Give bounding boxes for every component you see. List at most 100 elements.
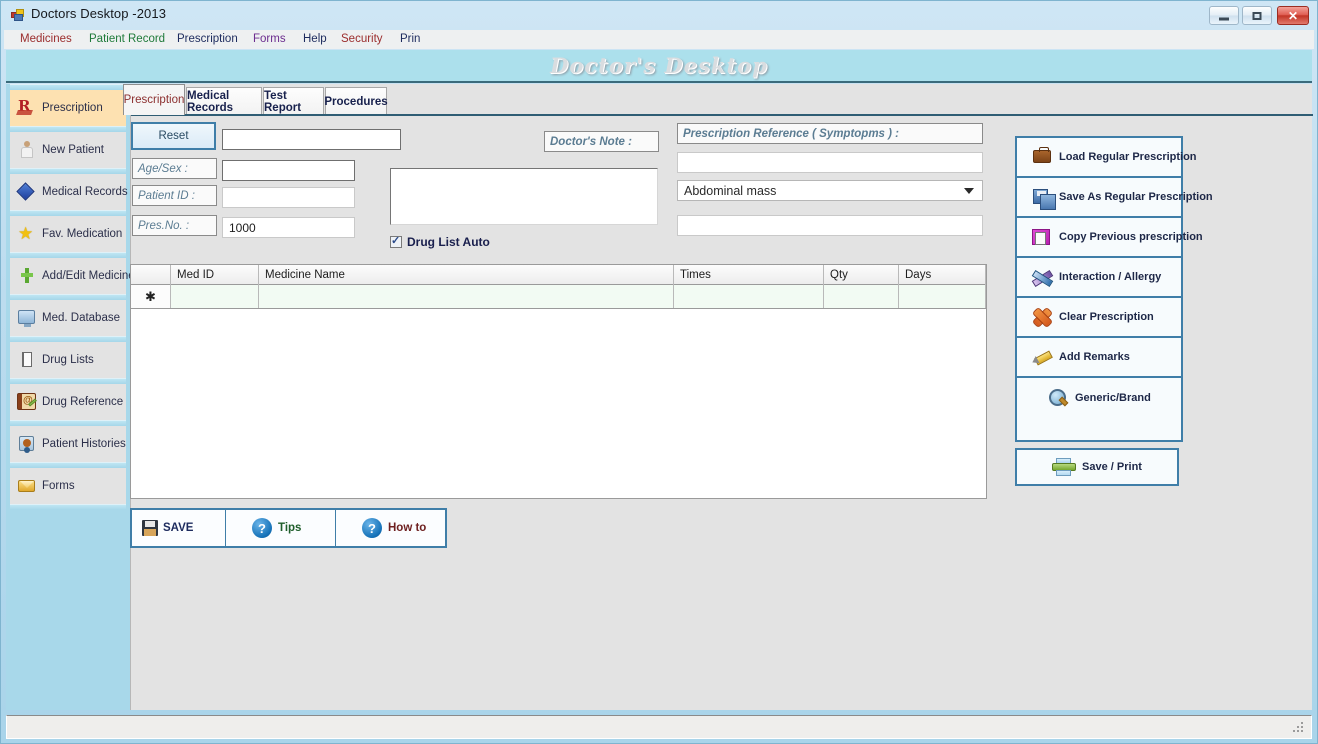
action-label: Interaction / Allergy (1059, 271, 1162, 283)
action-label: Copy Previous prescription (1059, 231, 1203, 243)
grid-cell[interactable] (171, 285, 259, 308)
pres-no-input[interactable]: 1000 (222, 217, 355, 238)
action-label: Add Remarks (1059, 351, 1130, 363)
grid-column-header[interactable]: Times (674, 265, 824, 285)
sidebar-item-add-edit-medicines[interactable]: Add/Edit Medicines (10, 258, 140, 294)
resize-grip[interactable] (1293, 722, 1305, 734)
sidebar-item-label: Prescription (42, 102, 103, 114)
sidebar-nav: R Prescription New Patient Medical Records ★… (6, 84, 140, 710)
action-add-remarks[interactable]: Add Remarks (1017, 338, 1181, 378)
grid-cell[interactable] (674, 285, 824, 308)
sidebar-item-label: Med. Database (42, 312, 120, 324)
grid-cell[interactable] (259, 285, 674, 308)
patient-icon (16, 140, 38, 160)
grid-row-marker[interactable]: ✱ (131, 285, 171, 308)
medicine-grid[interactable]: Med ID Medicine Name Times Qty Days ✱ (130, 264, 987, 499)
save-disk-icon (1031, 187, 1056, 210)
menu-item-forms[interactable]: Forms (253, 33, 286, 45)
toolbar-button-label: How to (388, 522, 427, 534)
action-save-as-regular-prescription[interactable]: Save As Regular Prescription (1017, 178, 1213, 218)
tab-label: Procedures (324, 95, 388, 108)
question-icon: ? (252, 518, 272, 538)
tab-prescription[interactable]: Prescription (123, 84, 185, 115)
patient-id-label: Patient ID : (132, 185, 217, 206)
menu-item-help[interactable]: Help (303, 33, 327, 45)
patient-name-input[interactable] (222, 129, 401, 150)
grid-column-header[interactable]: Days (899, 265, 986, 285)
reference-input-1[interactable] (677, 152, 983, 173)
sidebar-item-label: Drug Reference (42, 396, 124, 408)
toolbar-button-how-to[interactable]: ? How to (336, 510, 445, 546)
sidebar-item-patient-histories[interactable]: Patient Histories (10, 426, 126, 462)
sidebar-item-prescription[interactable]: R Prescription (10, 90, 126, 126)
grid-cell[interactable] (899, 285, 986, 308)
maximize-button[interactable] (1242, 6, 1272, 25)
sidebar-item-label: Add/Edit Medicines (42, 270, 141, 282)
grid-column-header[interactable]: Med ID (171, 265, 259, 285)
tab-strip: Prescription Medical Records Test Report Pr… (123, 84, 991, 115)
app-banner: Doctor's Desktop (6, 50, 1312, 83)
drug-list-auto-label: Drug List Auto (407, 235, 490, 249)
chevron-down-icon (964, 188, 974, 194)
action-copy-previous-prescription[interactable]: Copy Previous prescription (1017, 218, 1203, 258)
sidebar-item-label: New Patient (42, 144, 105, 156)
minimize-button[interactable] (1209, 6, 1239, 25)
grid-header-row: Med ID Medicine Name Times Qty Days (131, 265, 986, 285)
patient-id-input[interactable] (222, 187, 355, 208)
age-sex-label: Age/Sex : (132, 158, 217, 179)
action-generic-brand[interactable]: Generic/Brand (1017, 378, 1181, 418)
grid-column-header[interactable]: Qty (824, 265, 899, 285)
tab-medical-records[interactable]: Medical Records (186, 87, 262, 115)
tab-test-report[interactable]: Test Report (263, 87, 324, 115)
sidebar-item-new-patient[interactable]: New Patient (10, 132, 126, 168)
menu-item-prescription[interactable]: Prescription (177, 33, 238, 45)
menu-item-medicines[interactable]: Medicines (20, 33, 72, 45)
age-sex-input[interactable] (222, 160, 355, 181)
question-icon: ? (362, 518, 382, 538)
sidebar-item-drug-lists[interactable]: Drug Lists (10, 342, 126, 378)
pres-no-label: Pres.No. : (132, 215, 217, 236)
copy-icon (1031, 227, 1053, 247)
printer-icon (1052, 457, 1077, 477)
title-bar: Doctors Desktop -2013 ✕ (1, 1, 1317, 29)
toolbar-button-save[interactable]: SAVE (132, 510, 226, 546)
doctors-note-textarea[interactable] (390, 168, 658, 225)
application-window: Doctors Desktop -2013 ✕ Medicines Patient… (0, 0, 1318, 744)
sidebar-item-drug-reference[interactable]: @ Drug Reference (10, 384, 126, 420)
sidebar-item-med-database[interactable]: Med. Database (10, 300, 126, 336)
monitor-icon (16, 308, 38, 328)
action-interaction-allergy[interactable]: Interaction / Allergy (1017, 258, 1181, 298)
tab-label: Test Report (264, 89, 302, 114)
menu-item-prin[interactable]: Prin (400, 33, 420, 45)
menu-item-security[interactable]: Security (341, 33, 383, 45)
symptom-select-value: Abdominal mass (684, 183, 777, 198)
close-button[interactable]: ✕ (1277, 6, 1309, 25)
sidebar-item-medical-records[interactable]: Medical Records (10, 174, 128, 210)
interaction-icon (1031, 267, 1053, 287)
sidebar-item-label: Patient Histories (42, 438, 126, 450)
app-icon (11, 9, 24, 21)
sidebar-item-fav-medication[interactable]: ★ Fav. Medication (10, 216, 126, 252)
bottom-toolbar: SAVE? Tips? How to (130, 508, 447, 548)
grid-column-header[interactable] (131, 265, 171, 285)
grid-new-row[interactable]: ✱ (131, 285, 986, 309)
sidebar-item-label: Fav. Medication (42, 228, 123, 240)
save-print-button[interactable]: Save / Print (1015, 448, 1179, 486)
reset-button[interactable]: Reset (131, 122, 216, 150)
grid-cell[interactable] (824, 285, 899, 308)
menu-item-patient-record[interactable]: Patient Record (89, 33, 165, 45)
sidebar-item-forms[interactable]: Forms (10, 468, 126, 504)
book-at-icon: @ (16, 392, 38, 412)
toolbar-button-tips[interactable]: ? Tips (226, 510, 336, 546)
reference-input-2[interactable] (677, 215, 983, 236)
action-label: Load Regular Prescription (1059, 151, 1197, 163)
tab-label: Prescription (123, 94, 185, 106)
action-load-regular-prescription[interactable]: Load Regular Prescription (1017, 138, 1197, 178)
drug-list-auto-checkbox[interactable]: Drug List Auto (390, 234, 490, 250)
tab-underline (131, 114, 1313, 116)
symptom-select[interactable]: Abdominal mass (677, 180, 983, 201)
action-clear-prescription[interactable]: Clear Prescription (1017, 298, 1181, 338)
grid-column-header[interactable]: Medicine Name (259, 265, 674, 285)
tab-procedures[interactable]: Procedures (324, 87, 388, 115)
briefcase-icon (1031, 147, 1053, 167)
